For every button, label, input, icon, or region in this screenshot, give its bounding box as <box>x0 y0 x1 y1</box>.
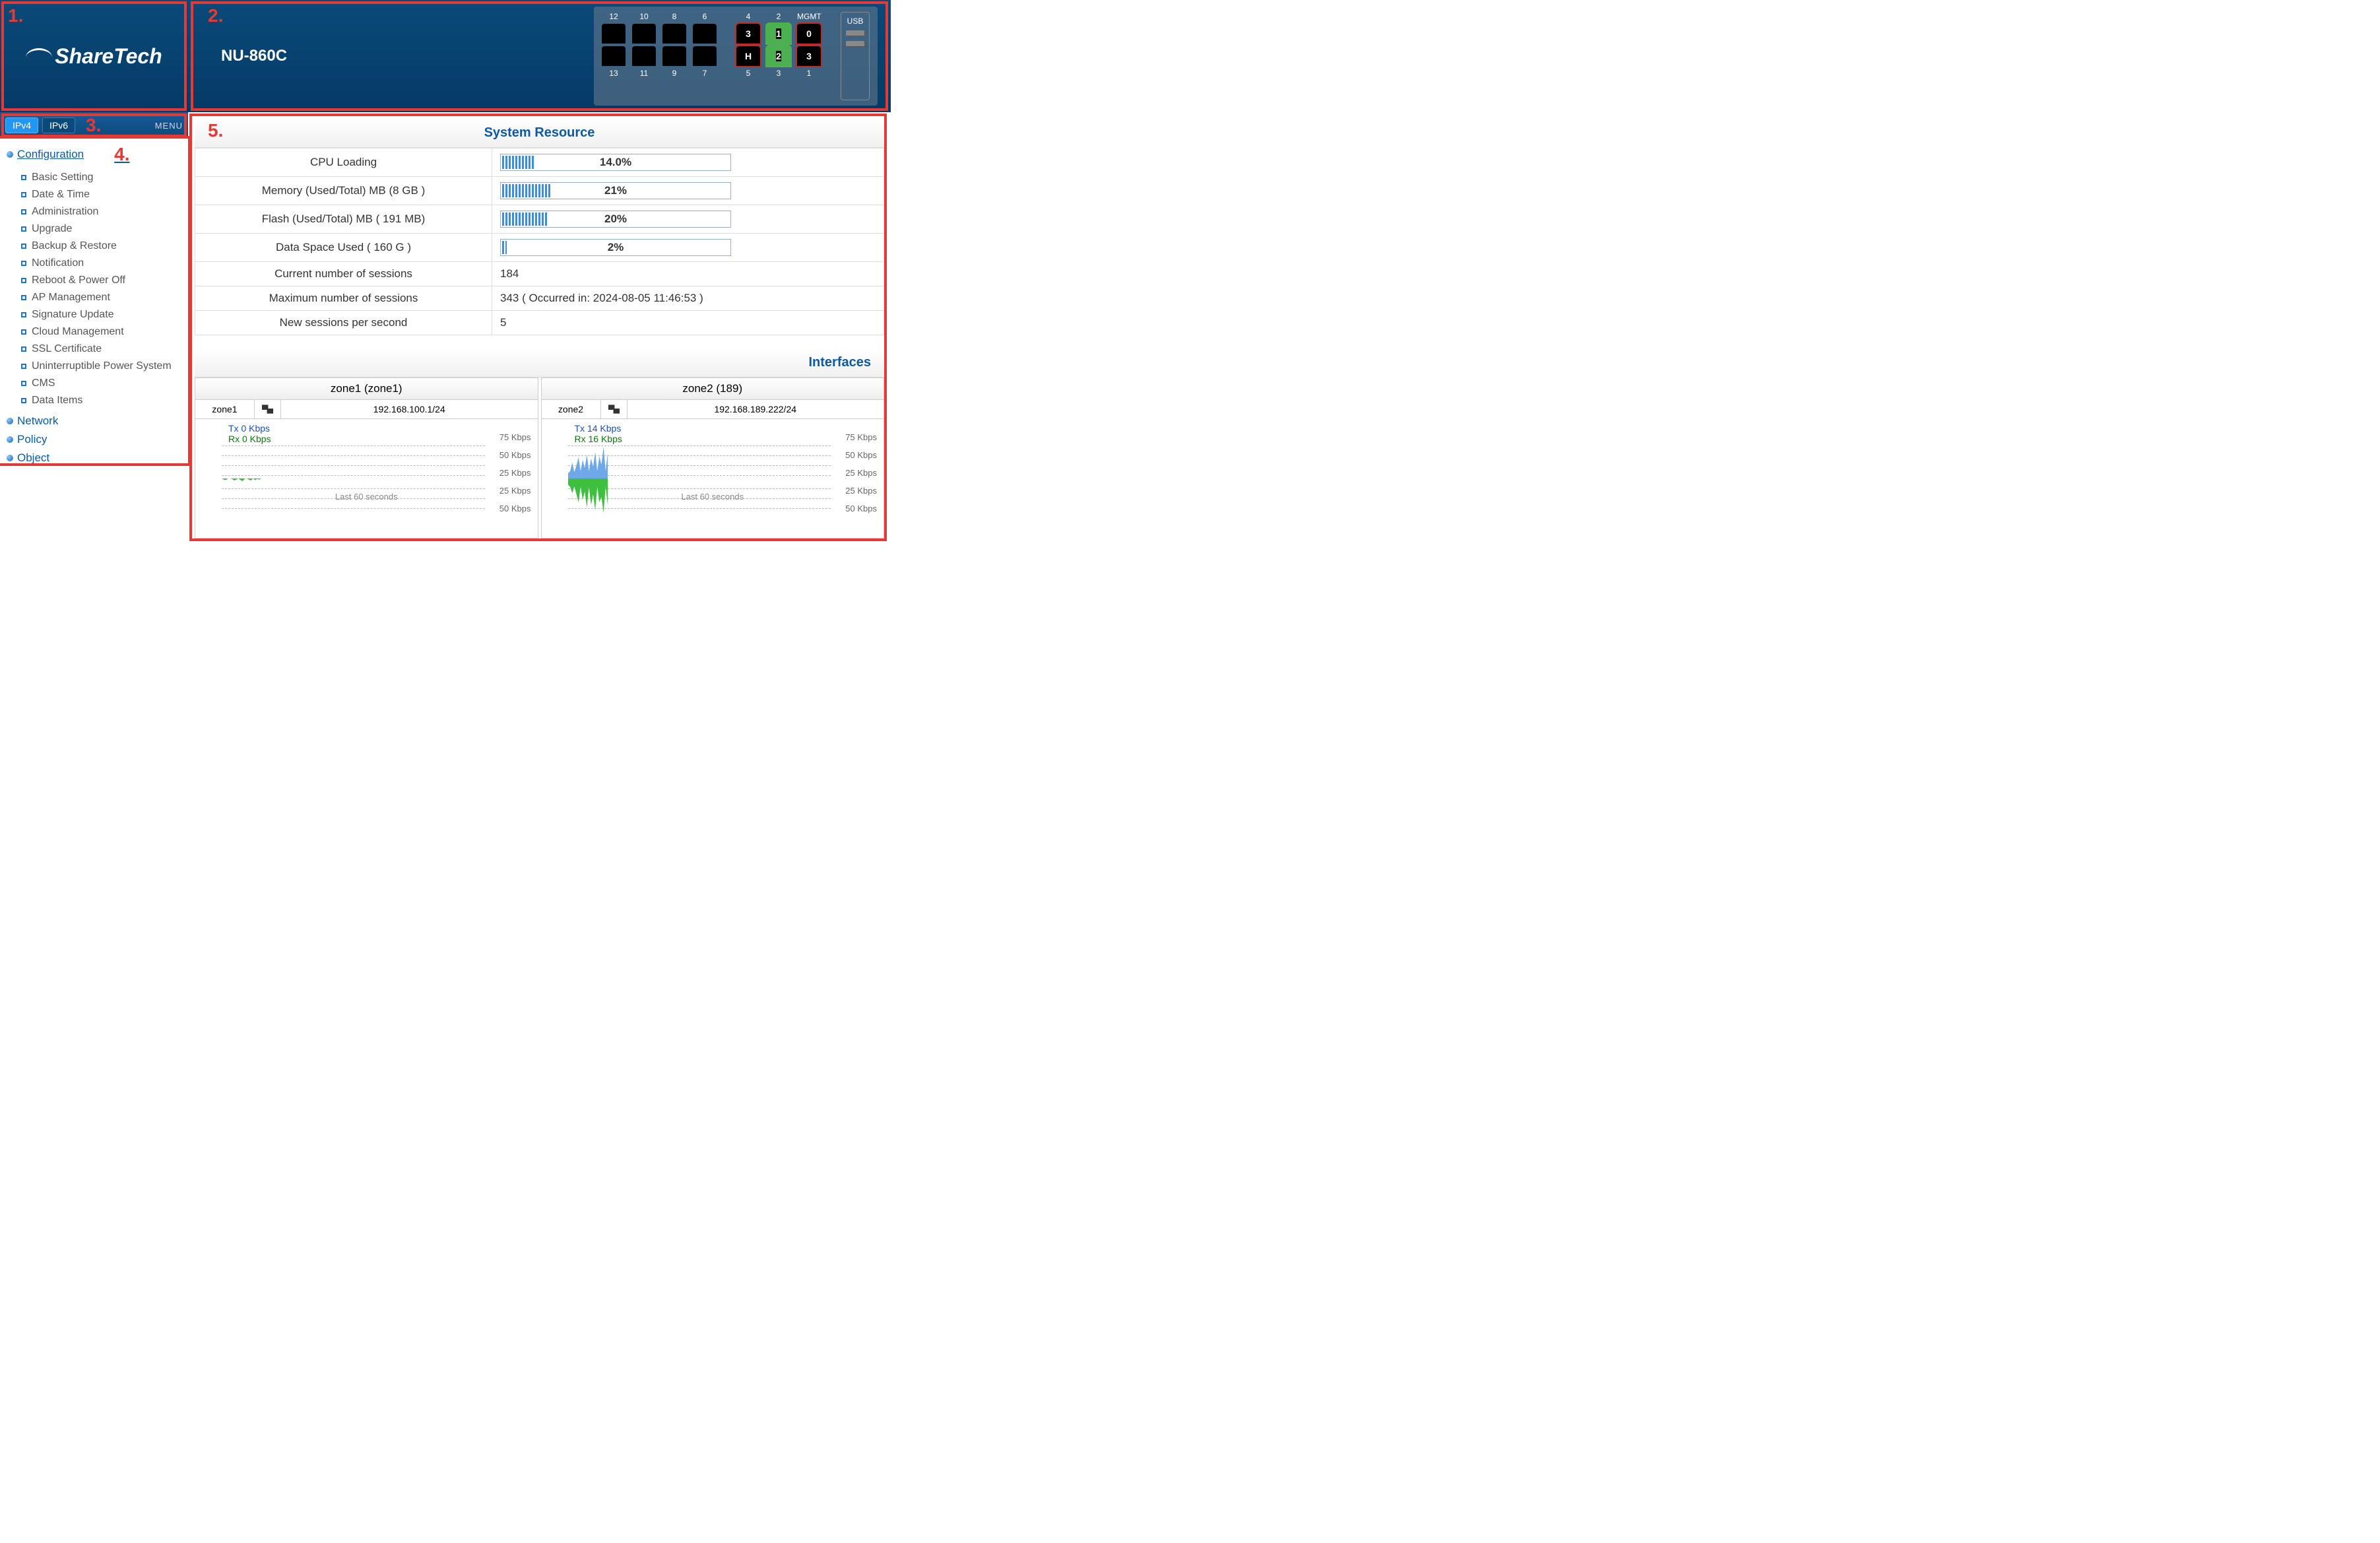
content: IPv4 IPv6 3. MENU Configuration 4. Basic… <box>0 112 891 545</box>
port-3[interactable]: 2 <box>767 46 790 66</box>
ip-menu-bar: IPv4 IPv6 3. MENU <box>0 112 188 139</box>
port-10[interactable] <box>632 24 656 44</box>
nav: Configuration 4. Basic SettingDate & Tim… <box>0 139 188 475</box>
callout-box-3 <box>1 114 187 137</box>
port-1[interactable]: 3 <box>797 46 821 66</box>
port-2[interactable]: 1 <box>767 24 790 44</box>
port-panel: 121086 131197 42MGMT 3 1 0 H 2 3 531 <box>594 7 878 106</box>
callout-num-1: 1. <box>8 5 23 26</box>
port-11[interactable] <box>632 46 656 66</box>
iface-chart: Tx 14 KbpsRx 16 Kbps75 Kbps50 Kbps25 Kbp… <box>542 419 884 538</box>
last60-label: Last 60 seconds <box>335 492 398 502</box>
callout-box-4 <box>0 136 191 466</box>
callout-box-1 <box>1 1 187 111</box>
port-mgmt[interactable]: 0 <box>797 24 821 44</box>
header-right: 2. NU-860C 121086 131197 42MGMT 3 1 0 H … <box>188 0 891 112</box>
port-7[interactable] <box>693 46 717 66</box>
port-13[interactable] <box>602 46 626 66</box>
port-5[interactable]: H <box>736 46 760 66</box>
port-group-right: 42MGMT 3 1 0 H 2 3 531 <box>736 12 821 100</box>
port-12[interactable] <box>602 24 626 44</box>
logo-area: ShareTech 1. <box>0 0 188 112</box>
usb-label: USB <box>847 16 864 26</box>
port-9[interactable] <box>662 46 686 66</box>
main: 5. System Resource CPU Loading14.0%Memor… <box>188 112 891 545</box>
port-group-left: 121086 131197 <box>602 12 717 100</box>
usb-slot-1 <box>845 30 865 36</box>
sidebar: IPv4 IPv6 3. MENU Configuration 4. Basic… <box>0 112 188 545</box>
header: ShareTech 1. 2. NU-860C 121086 131197 42… <box>0 0 891 112</box>
last60-label: Last 60 seconds <box>681 492 744 502</box>
port-6[interactable] <box>693 24 717 44</box>
tx-label: Tx 14 Kbps <box>575 423 622 434</box>
usb-group: USB <box>841 12 870 100</box>
callout-num-2: 2. <box>208 5 223 26</box>
tx-label: Tx 0 Kbps <box>228 423 271 434</box>
port-8[interactable] <box>662 24 686 44</box>
callout-num-5: 5. <box>208 120 223 141</box>
usb-slot-2 <box>845 40 865 47</box>
port-4[interactable]: 3 <box>736 24 760 44</box>
iface-chart: Tx 0 KbpsRx 0 Kbps75 Kbps50 Kbps25 Kbps2… <box>195 419 538 538</box>
